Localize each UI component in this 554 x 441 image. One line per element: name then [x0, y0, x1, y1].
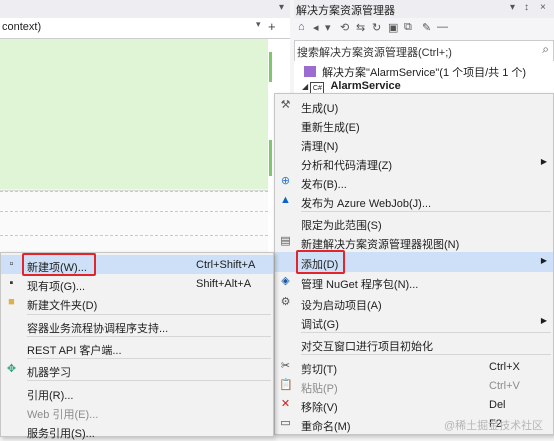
search-placeholder: 搜索解决方案资源管理器(Ctrl+;) [297, 47, 452, 59]
menu-item-remove[interactable]: ✕ 移除(V) Del [275, 395, 553, 414]
solution-explorer-toolbar: ⌂ ◂ ▾ ⟲ ⇆ ↻ ▣ ⧉ ✎ — [294, 18, 554, 40]
menu-item-container-support[interactable]: 容器业务流程协调程序支持... [1, 316, 273, 335]
gear-icon: ⚙ [280, 296, 291, 308]
annotation-box-add [296, 250, 345, 274]
pin-icon[interactable]: ↕ [524, 2, 529, 13]
chevron-down-icon[interactable]: ▾ [256, 19, 261, 30]
new-view-icon: ▤ [280, 235, 291, 247]
sync-icon[interactable]: ⇆ [356, 21, 365, 34]
context-selector[interactable]: context) [2, 21, 41, 33]
submenu-arrow-icon: ▶ [540, 157, 547, 166]
nuget-icon: ◈ [281, 275, 290, 287]
history-icon[interactable]: ⟲ [340, 21, 349, 34]
menu-item-publish-azure[interactable]: ▲ 发布为 Azure WebJob(J)... [275, 191, 553, 210]
menu-item-set-startup[interactable]: ⚙ 设为启动项目(A) [275, 293, 553, 312]
pin-icon[interactable]: — [437, 21, 448, 33]
refresh-icon[interactable]: ↻ [372, 21, 381, 34]
menu-item-new-view[interactable]: ▤ 新建解决方案资源管理器视图(N) [275, 232, 553, 251]
rename-icon: ▭ [280, 417, 291, 429]
menu-item-service-reference[interactable]: 服务引用(S)... [1, 421, 273, 440]
delete-x-icon: ✕ [280, 398, 291, 410]
change-marker [269, 140, 272, 176]
search-icon[interactable]: ⌕ [542, 42, 549, 57]
menu-item-interactive-init[interactable]: 对交互窗口进行项目初始化 [275, 334, 553, 353]
code-editor-lower[interactable] [0, 190, 268, 255]
sync-dropdown[interactable]: ▾ [325, 21, 331, 34]
back-icon[interactable]: ◂ [313, 21, 319, 34]
menu-item-cut[interactable]: ✂ 剪切(T) Ctrl+X [275, 357, 553, 376]
menu-item-clean[interactable]: 清理(N) [275, 134, 553, 153]
settings-wrench-icon[interactable]: ✎ [422, 21, 431, 34]
editor-tab-strip: ▾ [0, 0, 290, 19]
project-label: AlarmService [330, 80, 401, 92]
show-all-icon[interactable]: ⧉ [404, 21, 412, 34]
scissors-icon: ✂ [280, 360, 291, 372]
menu-item-new-folder[interactable]: ■ 新建文件夹(D) [1, 293, 273, 312]
publish-globe-icon: ⊕ [280, 175, 291, 187]
tree-item-solution[interactable]: 解决方案"AlarmService"(1 个项目/共 1 个) [304, 64, 526, 80]
change-marker [269, 52, 272, 82]
navigation-bar: context) ▾ + [0, 18, 290, 39]
submenu-arrow-icon: ▶ [540, 256, 547, 265]
dropdown-icon[interactable]: ▾ [279, 2, 284, 13]
paste-icon: 📋 [279, 379, 293, 391]
menu-item-publish[interactable]: ⊕ 发布(B)... [275, 172, 553, 191]
submenu-arrow-icon: ▶ [540, 316, 547, 325]
menu-item-reference[interactable]: 引用(R)... [1, 383, 273, 402]
menu-item-existing-item[interactable]: ▪ 现有项(G)... Shift+Alt+A [1, 274, 273, 293]
add-split-icon[interactable]: + [268, 19, 276, 34]
code-editor-region[interactable] [0, 39, 268, 189]
azure-icon: ▲ [280, 194, 291, 206]
solution-explorer-title: 解决方案资源管理器 [296, 5, 395, 17]
existing-item-icon: ▪ [9, 277, 14, 289]
new-item-icon: ▫ [9, 258, 14, 270]
menu-item-rebuild[interactable]: 重新生成(E) [275, 115, 553, 134]
solution-explorer-titlebar: 解决方案资源管理器 ▾ ↕ × [294, 0, 554, 19]
annotation-box-new-item [22, 253, 96, 276]
menu-item-analyze[interactable]: 分析和代码清理(Z) ▶ [275, 153, 553, 172]
solution-explorer-search[interactable]: 搜索解决方案资源管理器(Ctrl+;) ⌕ [294, 40, 554, 62]
dropdown-icon[interactable]: ▾ [510, 2, 515, 13]
solution-icon [304, 66, 316, 77]
menu-item-debug[interactable]: 调试(G) ▶ [275, 312, 553, 331]
add-submenu: ▫ 新建项(W)... Ctrl+Shift+A ▪ 现有项(G)... Shi… [0, 252, 274, 440]
solution-tree: 解决方案"AlarmService"(1 个项目/共 1 个) ◢ C# Ala… [294, 61, 554, 96]
close-icon[interactable]: × [540, 2, 546, 13]
collapse-icon[interactable]: ▣ [388, 21, 398, 34]
expand-icon[interactable]: ◢ [302, 82, 310, 91]
solution-label: 解决方案"AlarmService"(1 个项目/共 1 个) [322, 67, 527, 79]
menu-item-web-reference[interactable]: Web 引用(E)... [1, 402, 273, 421]
menu-item-paste[interactable]: 📋 粘贴(P) Ctrl+V [275, 376, 553, 395]
menu-item-nuget[interactable]: ◈ 管理 NuGet 程序包(N)... [275, 272, 553, 291]
machine-learning-icon: ✥ [6, 363, 17, 375]
menu-item-rest-client[interactable]: REST API 客户端... [1, 338, 273, 357]
menu-item-scope[interactable]: 限定为此范围(S) [275, 213, 553, 232]
menu-item-machine-learning[interactable]: ✥ 机器学习 [1, 360, 273, 379]
watermark: @稀土掘金技术社区 [444, 420, 544, 432]
home-icon[interactable]: ⌂ [298, 21, 305, 33]
folder-icon: ■ [8, 296, 15, 308]
build-icon: ⚒ [280, 99, 291, 111]
menu-item-build[interactable]: ⚒ 生成(U) [275, 96, 553, 115]
